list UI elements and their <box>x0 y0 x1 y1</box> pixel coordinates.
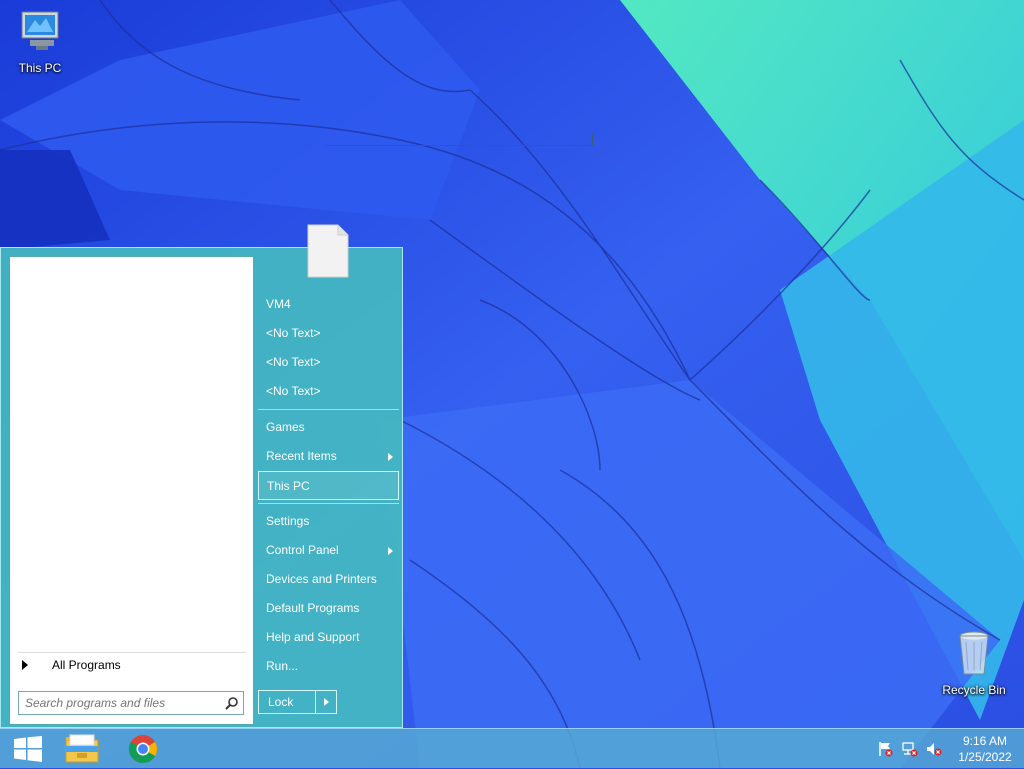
no-text-item-1[interactable]: <No Text> <box>258 319 399 348</box>
menu-separator <box>258 503 399 504</box>
recycle-bin-icon <box>959 631 989 675</box>
action-center-flag-icon[interactable] <box>874 737 898 761</box>
run-item[interactable]: Run... <box>258 652 399 681</box>
submenu-arrow-icon <box>388 453 393 461</box>
no-text-item-3[interactable]: <No Text> <box>258 377 399 406</box>
file-explorer-icon <box>65 734 99 763</box>
no-text-item-2[interactable]: <No Text> <box>258 348 399 377</box>
user-picture-icon[interactable] <box>306 223 350 279</box>
all-programs-button[interactable]: All Programs <box>18 652 246 677</box>
recycle-bin-label: Recycle Bin <box>942 683 1006 697</box>
computer-icon <box>21 11 59 50</box>
control-panel-item[interactable]: Control Panel <box>258 536 399 565</box>
start-button[interactable] <box>0 729 56 769</box>
clock[interactable]: 9:16 AM 1/25/2022 <box>946 733 1024 765</box>
search-input[interactable] <box>19 692 221 714</box>
this-pc-item[interactable]: This PC <box>258 471 399 500</box>
clock-time: 9:16 AM <box>962 734 1008 748</box>
submenu-arrow-icon <box>388 547 393 555</box>
shutdown-options-button[interactable] <box>316 691 336 713</box>
windows-logo-icon <box>14 736 42 762</box>
chrome-icon <box>129 735 157 763</box>
this-pc-label: This PC <box>18 61 62 75</box>
settings-item[interactable]: Settings <box>258 507 399 536</box>
this-pc-desktop-icon[interactable]: This PC <box>0 8 80 75</box>
search-box[interactable] <box>18 691 244 715</box>
chevron-right-icon <box>323 698 329 706</box>
tooltip-line <box>325 145 593 146</box>
all-programs-label: All Programs <box>52 658 121 672</box>
clock-date: 1/25/2022 <box>958 750 1012 764</box>
start-menu: All Programs VM4 <No Text> <No Text> <No… <box>0 224 403 728</box>
chrome-button[interactable] <box>115 729 171 769</box>
volume-muted-icon[interactable] <box>922 737 946 761</box>
search-icon[interactable] <box>221 692 243 714</box>
file-explorer-button[interactable] <box>54 729 110 769</box>
taskbar: 9:16 AM 1/25/2022 <box>0 728 1024 768</box>
programs-pane: All Programs <box>9 256 254 725</box>
system-tray: 9:16 AM 1/25/2022 <box>874 729 1024 769</box>
menu-separator <box>258 409 399 410</box>
lock-button[interactable]: Lock <box>258 690 337 714</box>
help-and-support-item[interactable]: Help and Support <box>258 623 399 652</box>
recycle-bin-desktop-icon[interactable]: Recycle Bin <box>934 630 1014 697</box>
user-folder-item[interactable]: VM4 <box>258 290 399 319</box>
start-menu-right-column: VM4 <No Text> <No Text> <No Text> Games … <box>258 290 399 681</box>
tooltip-line <box>592 133 593 146</box>
devices-and-printers-item[interactable]: Devices and Printers <box>258 565 399 594</box>
games-item[interactable]: Games <box>258 413 399 442</box>
lock-label: Lock <box>259 691 316 713</box>
recent-items-item[interactable]: Recent Items <box>258 442 399 471</box>
default-programs-item[interactable]: Default Programs <box>258 594 399 623</box>
network-icon[interactable] <box>898 737 922 761</box>
chevron-right-icon <box>22 660 28 670</box>
